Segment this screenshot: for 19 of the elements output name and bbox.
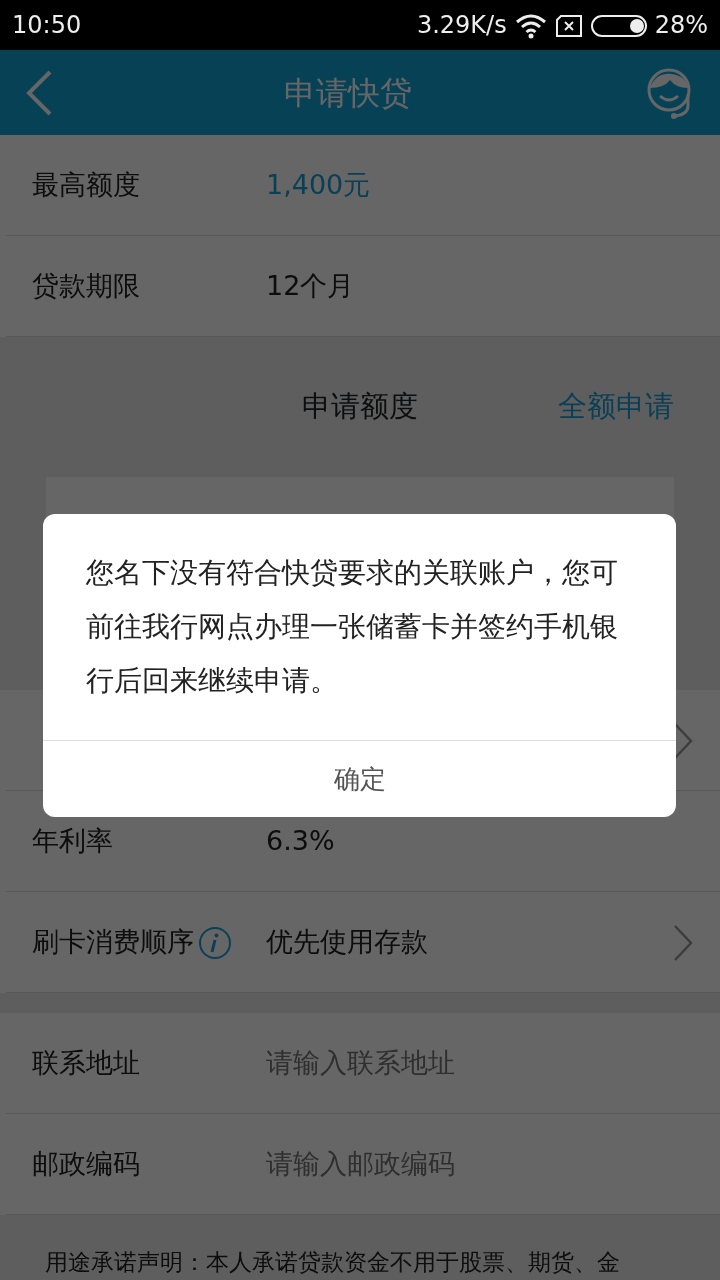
- row-label: 贷款期限: [32, 268, 140, 303]
- page-title: 申请快贷: [284, 72, 412, 114]
- section-title: 申请额度: [302, 388, 418, 426]
- statement-text: 用途承诺声明：本人承诺贷款资金不用于股票、期货、金: [45, 1249, 620, 1275]
- row-value: 1,400元: [266, 167, 371, 202]
- back-button[interactable]: [24, 68, 54, 117]
- row-label: 刷卡消费顺序: [32, 924, 194, 959]
- confirm-button[interactable]: 确定: [43, 740, 676, 817]
- row-label: 年利率: [32, 823, 113, 858]
- field-label: 邮政编码: [32, 1146, 141, 1181]
- row-value: 6.3%: [266, 823, 335, 858]
- status-time: 10:50: [12, 10, 82, 41]
- row-value: 优先使用存款: [266, 924, 428, 959]
- row-label: 最高额度: [32, 167, 140, 202]
- field-label: 联系地址: [32, 1045, 141, 1080]
- network-speed: 3.29K/s: [416, 10, 507, 41]
- battery-percent: 28%: [654, 10, 708, 41]
- row-value: 12个月: [266, 268, 355, 303]
- dialog-message: 您名下没有符合快贷要求的关联账户，您可前往我行网点办理一张储蓄卡并签约手机银行后回来继续申请。: [85, 555, 619, 699]
